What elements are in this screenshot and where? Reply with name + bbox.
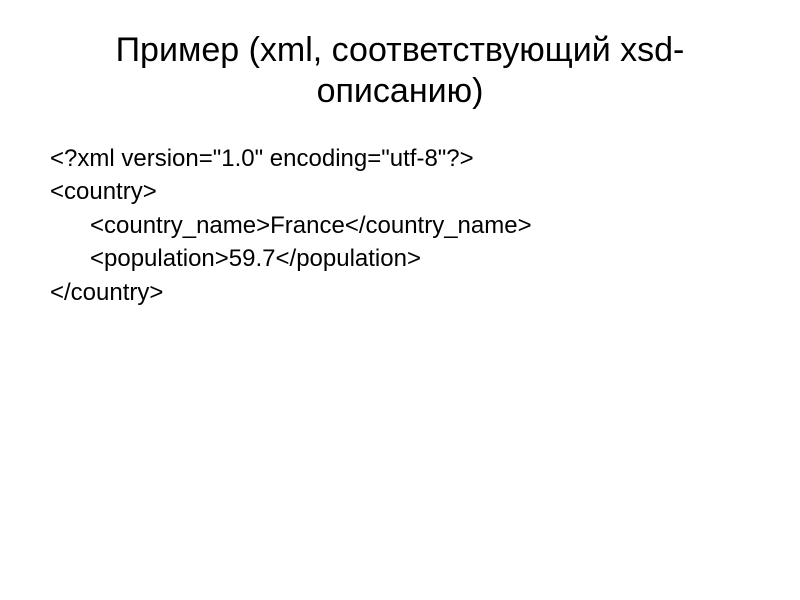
code-line-3: <country_name>France</country_name> [50, 209, 750, 243]
code-line-2: <country> [50, 175, 750, 209]
xml-code-block: <?xml version="1.0" encoding="utf-8"?> <… [50, 142, 750, 310]
code-line-5: </country> [50, 276, 750, 310]
slide-title: Пример (xml, соответствующий xsd-описани… [50, 30, 750, 112]
code-line-4: <population>59.7</population> [50, 242, 750, 276]
code-line-1: <?xml version="1.0" encoding="utf-8"?> [50, 142, 750, 176]
